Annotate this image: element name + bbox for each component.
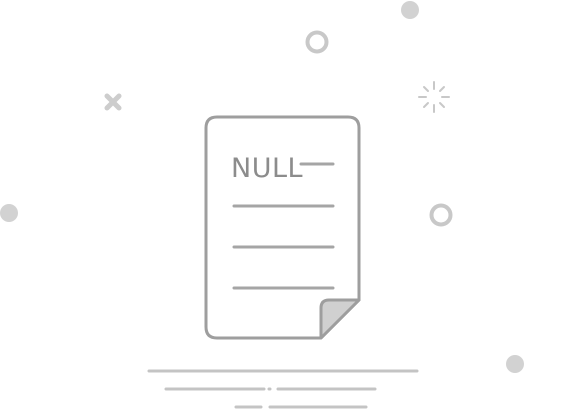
dot-bottom-right	[506, 355, 524, 373]
ring-right	[429, 203, 453, 227]
sparkle-icon	[418, 81, 450, 113]
ring-top	[305, 30, 329, 54]
dot-left	[0, 204, 18, 222]
empty-state-illustration: NULL	[0, 1, 524, 409]
dot-top-right	[401, 1, 419, 19]
empty-document-icon: NULL	[204, 115, 361, 340]
ground-lines	[147, 369, 419, 409]
document-null-text: NULL	[231, 153, 303, 184]
cross-mark-icon	[104, 93, 122, 111]
